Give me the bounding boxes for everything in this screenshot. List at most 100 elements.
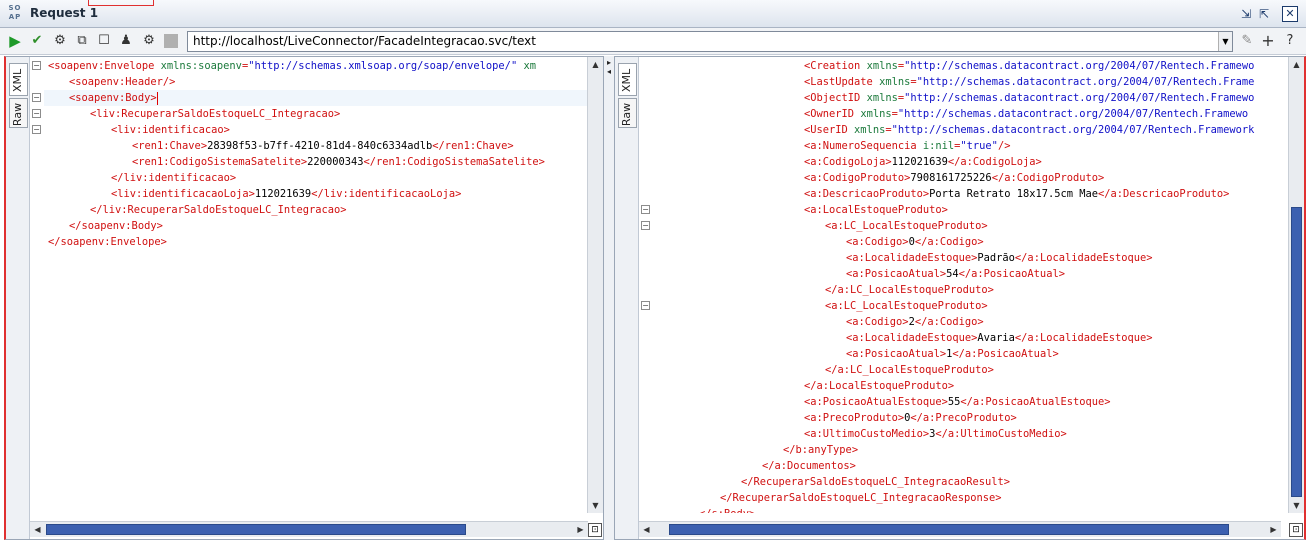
response-hscroll-thumb[interactable] [669, 524, 1229, 535]
request-zoom-icon[interactable]: ⊡ [588, 523, 602, 537]
collapse-left-icon[interactable]: ◂ [605, 67, 613, 77]
scroll-right-icon[interactable]: ▶ [1266, 522, 1281, 537]
fold-toggle-icon[interactable]: − [32, 109, 41, 118]
xml-line: <liv:identificacao> [111, 122, 230, 138]
xml-line: <soapenv:Header/> [69, 74, 175, 90]
xml-line: </b:anyType> [783, 442, 858, 458]
xml-line: <a:LocalidadeEstoque>Avaria</a:Localidad… [846, 330, 1153, 346]
tab-request-xml[interactable]: XML [9, 63, 28, 96]
fold-toggle-icon[interactable]: − [32, 125, 41, 134]
xml-token-tag: </liv:RecuperarSaldoEstoqueLC_Integracao… [90, 204, 347, 216]
xml-token-tag: </a:LocalEstoqueProduto> [804, 380, 955, 392]
xml-token-attr: xm [517, 60, 536, 72]
xml-token-tag: </b:anyType> [783, 444, 859, 456]
xml-token-tag: <a:LocalidadeEstoque> [846, 332, 978, 344]
xml-line: </liv:identificacao> [111, 170, 236, 186]
response-viewer-panel: XML Raw − − − <Creation xmlns="http://sche… [614, 56, 1306, 540]
help-icon[interactable]: ? [1281, 32, 1299, 50]
xml-line: <soapenv:Envelope xmlns:soapenv="http://… [48, 58, 536, 74]
xml-token-tag: </soapenv:Envelope> [48, 236, 167, 248]
close-icon[interactable]: ✕ [1282, 6, 1298, 22]
response-horizontal-scrollbar[interactable]: ◀ ▶ [639, 521, 1281, 537]
scroll-down-icon[interactable]: ▼ [588, 498, 603, 513]
xml-line: <a:PosicaoAtualEstoque>55</a:PosicaoAtua… [804, 394, 1111, 410]
scroll-down-icon[interactable]: ▼ [1289, 498, 1304, 513]
scroll-left-icon[interactable]: ◀ [639, 522, 654, 537]
endpoint-url-select[interactable]: http://localhost/LiveConnector/FacadeInt… [187, 31, 1233, 52]
xml-token-val: "http://schemas.datacontract.org/2004/07… [891, 124, 1255, 136]
request-horizontal-scrollbar[interactable]: ◀ ▶ [30, 521, 588, 537]
add-assertion-icon[interactable]: ✔ [28, 32, 46, 50]
xml-token-tag: <a:UltimoCustoMedio> [804, 428, 930, 440]
xml-line: <a:LocalEstoqueProduto> [804, 202, 948, 218]
scroll-left-icon[interactable]: ◀ [30, 522, 45, 537]
fold-toggle-icon[interactable]: − [32, 93, 41, 102]
xml-token-tag: <a:NumeroSequencia [804, 140, 923, 152]
add-endpoint-icon[interactable]: + [1259, 32, 1277, 50]
xml-token-tag: </a:DescricaoProduto> [1098, 188, 1230, 200]
xml-line: <soapenv:Body> [69, 90, 158, 106]
scroll-up-icon[interactable]: ▲ [588, 57, 603, 72]
xml-line: </RecuperarSaldoEstoqueLC_IntegracaoResu… [741, 474, 1010, 490]
edit-endpoint-icon[interactable]: ✎ [1238, 32, 1256, 50]
xml-token-txt: 54 [946, 268, 959, 280]
scroll-up-icon[interactable]: ▲ [1289, 57, 1304, 72]
detach-icon[interactable]: ⇲ [1238, 6, 1254, 22]
authentication-icon[interactable]: ♟ [117, 32, 135, 50]
fold-toggle-icon[interactable]: − [641, 205, 650, 214]
response-vscroll-thumb[interactable] [1291, 207, 1302, 497]
fold-toggle-icon[interactable]: − [641, 301, 650, 310]
create-empty-request-icon[interactable]: ⚙ [51, 32, 69, 50]
xml-token-tag: </a:LC_LocalEstoqueProduto> [825, 364, 994, 376]
xml-line: <a:LC_LocalEstoqueProduto> [825, 298, 988, 314]
xml-token-tag: <a:PrecoProduto> [804, 412, 905, 424]
wss-settings-icon[interactable]: ⚙ [140, 32, 158, 50]
xml-line: </s:Body> [699, 506, 755, 513]
xml-token-tag: <a:DescricaoProduto> [804, 188, 930, 200]
fold-toggle-icon[interactable]: − [641, 221, 650, 230]
response-xml-viewer[interactable]: <Creation xmlns="http://schemas.datacont… [653, 57, 1281, 513]
scroll-right-icon[interactable]: ▶ [573, 522, 588, 537]
xml-token-tag: </a:Codigo> [914, 236, 984, 248]
xml-token-tag: <a:LC_LocalEstoqueProduto> [825, 300, 988, 312]
request-xml-editor[interactable]: <soapenv:Envelope xmlns:soapenv="http://… [44, 57, 588, 513]
fold-toggle-icon[interactable]: − [32, 61, 41, 70]
xml-token-tag: </s:Body> [699, 508, 755, 513]
xml-token-attr: i:nil [922, 140, 955, 152]
response-view-tabs: XML Raw [615, 57, 639, 539]
response-fold-gutter: − − − [639, 57, 653, 539]
xml-token-tag: </a:PrecoProduto> [910, 412, 1017, 424]
xml-token-val: "http://schemas.datacontract.org/2004/07… [897, 108, 1249, 120]
response-vertical-scrollbar[interactable]: ▲ ▼ [1288, 57, 1304, 513]
cancel-request-icon[interactable] [164, 34, 178, 48]
xml-line: <LastUpdate xmlns="http://schemas.dataco… [804, 74, 1254, 90]
xml-token-tag: /> [997, 140, 1011, 152]
xml-token-tag: <liv:RecuperarSaldoEstoqueLC_Integracao> [90, 108, 341, 120]
restore-icon[interactable]: ⇱ [1256, 6, 1272, 22]
request-vertical-scrollbar[interactable]: ▲ ▼ [587, 57, 603, 513]
text-caret [156, 91, 158, 105]
create-test-case-icon[interactable]: ☐ [95, 32, 113, 50]
xml-line: <a:PrecoProduto>0</a:PrecoProduto> [804, 410, 1017, 426]
tab-request-raw[interactable]: Raw [9, 98, 28, 128]
xml-line: </RecuperarSaldoEstoqueLC_IntegracaoResp… [720, 490, 1002, 506]
xml-token-tag: <soapenv:Body> [69, 92, 157, 104]
xml-token-tag: <a:PosicaoAtual> [846, 268, 947, 280]
xml-token-txt: Avaria [977, 332, 1015, 344]
request-hscroll-thumb[interactable] [46, 524, 466, 535]
submit-request-icon[interactable]: ▶ [6, 32, 24, 50]
chevron-down-icon[interactable]: ▼ [1218, 32, 1232, 51]
xml-token-tag: <a:PosicaoAtualEstoque> [804, 396, 948, 408]
xml-token-tag: </a:PosicaoAtual> [952, 348, 1059, 360]
xml-token-tag: </a:PosicaoAtual> [958, 268, 1065, 280]
title-bar: SO AP Request 1 ⇲ ⇱ ✕ [0, 0, 1306, 28]
clone-request-icon[interactable]: ⧉ [73, 32, 91, 50]
response-zoom-icon[interactable]: ⊡ [1289, 523, 1303, 537]
xml-token-txt: 7908161725226 [910, 172, 992, 184]
panel-splitter[interactable]: ▸ ◂ [604, 56, 614, 540]
xml-token-tag: </ren1:Chave> [432, 140, 514, 152]
xml-token-tag: </a:CodigoLoja> [947, 156, 1042, 168]
tab-response-raw[interactable]: Raw [618, 98, 637, 128]
tab-response-xml[interactable]: XML [618, 63, 637, 96]
request-fold-gutter: − − − − [30, 57, 44, 539]
